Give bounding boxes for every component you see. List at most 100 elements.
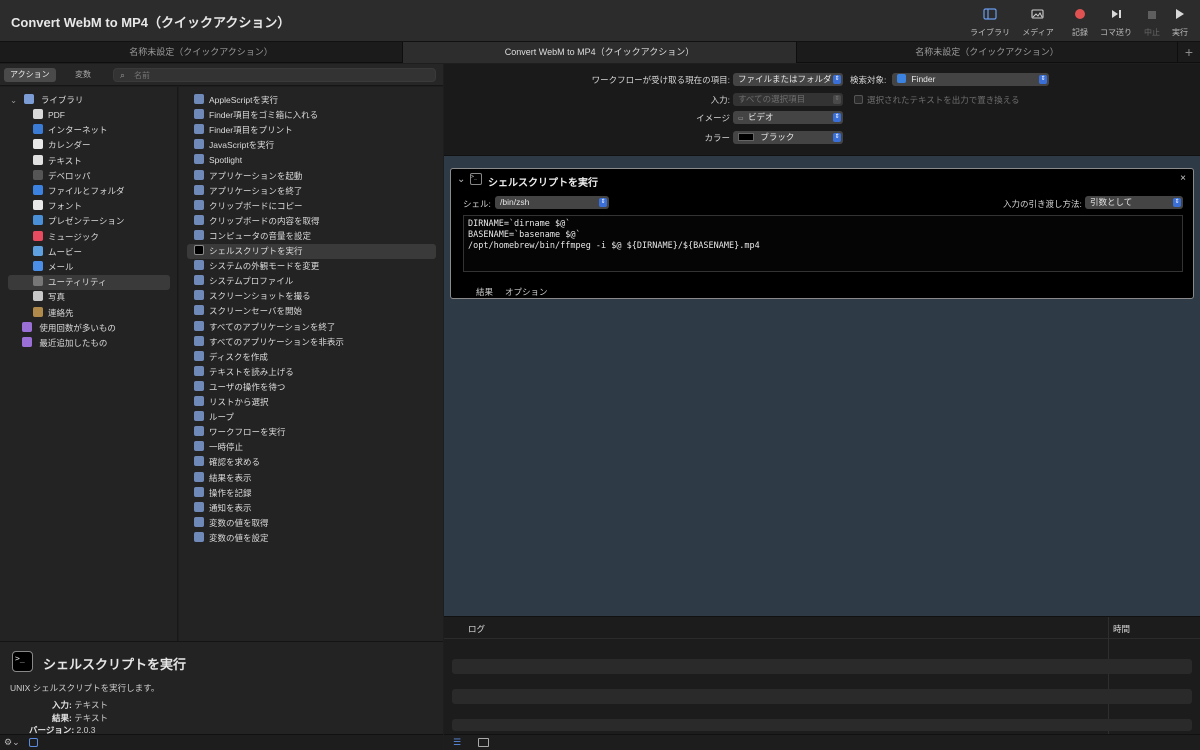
receives-popup[interactable]: ファイルまたはフォルダ ⇕ xyxy=(733,73,843,86)
color-popup[interactable]: ブラック ⇕ xyxy=(733,131,843,144)
action-list-item[interactable]: 操作を記録 xyxy=(187,486,436,501)
search-target-popup[interactable]: Finder ⇕ xyxy=(892,73,1049,86)
input-popup[interactable]: すべての選択項目 ⇕ xyxy=(733,93,843,106)
code-line: DIRNAME=`dirname $@` xyxy=(468,219,571,229)
replace-text-checkbox[interactable] xyxy=(854,95,863,104)
action-icon xyxy=(194,275,204,286)
sidebar-item-label: ファイルとフォルダ xyxy=(48,186,125,196)
action-list-item[interactable]: ループ xyxy=(187,410,436,425)
sidebar-item-library[interactable]: デベロッパ xyxy=(33,169,91,184)
shell-label: シェル: xyxy=(463,199,491,209)
description-toggle-icon[interactable] xyxy=(29,738,38,747)
search-target-value: Finder xyxy=(911,74,936,84)
action-list-item[interactable]: Finder項目をゴミ箱に入れる xyxy=(187,108,436,123)
step-button[interactable]: コマ送り xyxy=(1098,8,1134,38)
log-column-header[interactable]: ログ xyxy=(468,623,485,635)
script-editor[interactable]: DIRNAME=`dirname $@` BASENAME=`basename … xyxy=(463,215,1183,272)
action-icon xyxy=(194,124,204,135)
action-list-item[interactable]: システムプロファイル xyxy=(187,274,436,289)
code-line: /opt/homebrew/bin/ffmpeg -i $@ ${DIRNAME… xyxy=(468,241,760,251)
action-list-item[interactable]: すべてのアプリケーションを非表示 xyxy=(187,335,436,350)
image-popup[interactable]: ▭ ビデオ ⇕ xyxy=(733,111,843,124)
sidebar-item-library[interactable]: カレンダー xyxy=(33,138,91,153)
time-column-header[interactable]: 時間 xyxy=(1113,623,1130,635)
action-list-item[interactable]: 結果を表示 xyxy=(187,471,436,486)
gear-menu-icon[interactable]: ⚙⌄ xyxy=(4,737,20,748)
action-list-item[interactable]: ユーザの操作を待つ xyxy=(187,380,436,395)
action-list-item[interactable]: シェルスクリプトを実行 xyxy=(187,244,436,259)
library-button[interactable]: ライブラリ xyxy=(968,8,1012,38)
action-list-item[interactable]: スクリーンセーバを開始 xyxy=(187,304,436,319)
photo-icon xyxy=(1017,8,1059,24)
record-button[interactable]: 記録 xyxy=(1067,8,1093,38)
search-input[interactable] xyxy=(134,70,424,81)
stop-button[interactable]: 中止 xyxy=(1141,8,1163,38)
sidebar-item-library[interactable]: 写真 xyxy=(33,290,65,305)
action-list-item[interactable]: システムの外観モードを変更 xyxy=(187,259,436,274)
action-list-item[interactable]: 通知を表示 xyxy=(187,501,436,516)
media-button[interactable]: メディア xyxy=(1017,8,1059,38)
action-list-item[interactable]: ワークフローを実行 xyxy=(187,425,436,440)
action-list-item[interactable]: クリップボードにコピー xyxy=(187,199,436,214)
action-label: アプリケーションを終了 xyxy=(209,185,303,196)
action-list-item[interactable]: アプリケーションを起動 xyxy=(187,169,436,184)
action-list-item[interactable]: クリップボードの内容を取得 xyxy=(187,214,436,229)
shell-script-action[interactable]: ⌄ >_ シェルスクリプトを実行 × シェル: /bin/zsh ⇕ 入力の引き… xyxy=(450,168,1194,299)
tab-untitled-2[interactable]: 名称未設定（クイックアクション） xyxy=(797,42,1178,63)
sidebar-item-library[interactable]: メール xyxy=(33,260,74,275)
tab-convert-webm[interactable]: Convert WebM to MP4（クイックアクション） xyxy=(403,42,797,63)
run-button[interactable]: 実行 xyxy=(1169,8,1191,38)
action-icon xyxy=(194,380,204,391)
search-field[interactable]: ⌕ xyxy=(113,68,436,82)
tab-results[interactable]: 結果 xyxy=(476,286,493,298)
smart-group-most-used[interactable]: 使用回数が多いもの xyxy=(22,321,116,336)
action-list-item[interactable]: スクリーンショットを撮る xyxy=(187,289,436,304)
action-label: ディスクを作成 xyxy=(209,351,268,362)
action-list-item[interactable]: コンピュータの音量を設定 xyxy=(187,229,436,244)
action-list-item[interactable]: Finder項目をプリント xyxy=(187,123,436,138)
list-view-icon[interactable]: ☰ xyxy=(453,737,461,748)
action-list-item[interactable]: すべてのアプリケーションを終了 xyxy=(187,320,436,335)
shell-popup[interactable]: /bin/zsh ⇕ xyxy=(495,196,609,209)
action-list-item[interactable]: 変数の値を取得 xyxy=(187,516,436,531)
sidebar-item-library[interactable]: 連絡先 xyxy=(33,306,74,321)
new-tab-button[interactable]: + xyxy=(1178,42,1200,63)
sidebar-item-library[interactable]: PDF xyxy=(33,108,65,123)
action-icon xyxy=(194,426,204,437)
action-list-item[interactable]: AppleScriptを実行 xyxy=(187,93,436,108)
sidebar-item-library[interactable]: フォント xyxy=(33,199,82,214)
sidebar-item-label: カレンダー xyxy=(48,140,91,151)
action-list-item[interactable]: テキストを読み上げる xyxy=(187,365,436,380)
action-list-item[interactable]: 変数の値を設定 xyxy=(187,531,436,546)
action-icon xyxy=(194,411,204,422)
action-list-item[interactable]: アプリケーションを終了 xyxy=(187,184,436,199)
run-label: 実行 xyxy=(1172,28,1188,37)
action-list-item[interactable]: 確認を求める xyxy=(187,455,436,470)
action-icon xyxy=(194,441,204,452)
action-list-item[interactable]: ディスクを作成 xyxy=(187,350,436,365)
smart-group-recent[interactable]: 最近追加したもの xyxy=(22,336,107,351)
library-root[interactable]: ⌄ ライブラリ xyxy=(10,93,83,108)
action-list-item[interactable]: JavaScriptを実行 xyxy=(187,138,436,153)
actions-toggle[interactable]: アクション xyxy=(4,68,56,82)
action-list-item[interactable]: Spotlight xyxy=(187,153,436,168)
split-view-icon[interactable] xyxy=(478,738,489,747)
sidebar-item-library[interactable]: ミュージック xyxy=(33,230,99,245)
sidebar-item-library[interactable]: プレゼンテーション xyxy=(33,214,124,229)
action-label: 変数の値を設定 xyxy=(209,532,269,543)
code-line: BASENAME=`basename $@` xyxy=(468,230,581,240)
tab-untitled-1[interactable]: 名称未設定（クイックアクション） xyxy=(0,42,403,63)
tab-options[interactable]: オプション xyxy=(505,286,548,298)
sidebar-item-library[interactable]: ユーティリティ xyxy=(8,275,170,291)
action-list-item[interactable]: 一時停止 xyxy=(187,440,436,455)
collapse-chevron-icon[interactable]: ⌄ xyxy=(457,174,465,185)
sidebar-item-library[interactable]: テキスト xyxy=(33,154,82,169)
variables-toggle[interactable]: 変数 xyxy=(69,68,97,82)
sidebar-item-library[interactable]: インターネット xyxy=(33,123,108,138)
action-list-item[interactable]: リストから選択 xyxy=(187,395,436,410)
close-icon[interactable]: × xyxy=(1180,173,1186,184)
sidebar-item-library[interactable]: ファイルとフォルダ xyxy=(33,184,125,199)
chevron-updown-icon: ⇕ xyxy=(833,75,841,84)
pass-input-popup[interactable]: 引数として ⇕ xyxy=(1085,196,1183,209)
sidebar-item-library[interactable]: ムービー xyxy=(33,245,82,260)
